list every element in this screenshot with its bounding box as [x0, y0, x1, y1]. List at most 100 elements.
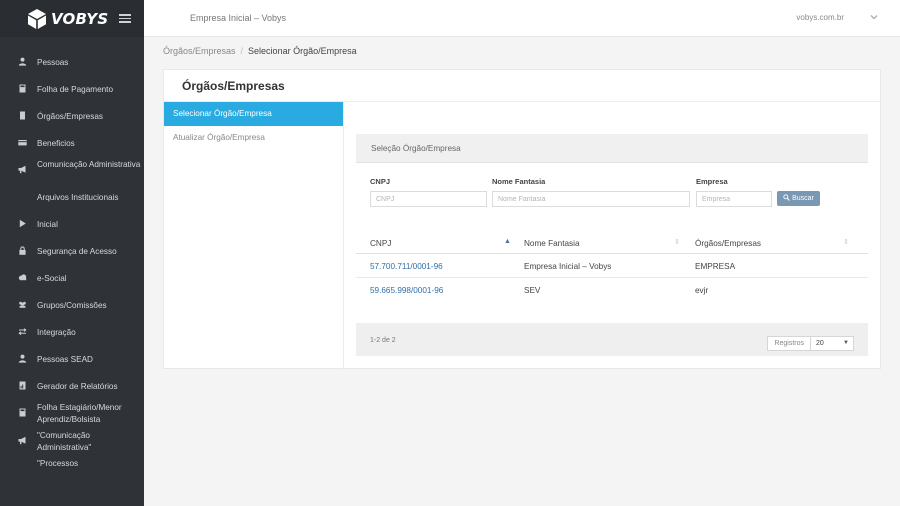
table-header: CNPJ ▲ Nome Fantasia ⇕ Órgãos/Empresas ⇕: [356, 233, 868, 254]
sidebar-item-label: Inicial: [37, 220, 58, 229]
empresa-input[interactable]: [696, 191, 772, 207]
sidebar-item-label: Folha de Pagamento: [37, 85, 114, 94]
sort-icon[interactable]: ⇕: [843, 238, 849, 246]
page-size-select[interactable]: 20 ▼: [811, 337, 853, 350]
sidebar-item-integracao[interactable]: Integração: [0, 317, 144, 344]
nome-fantasia-label: Nome Fantasia: [492, 177, 546, 186]
sidebar-item-label: Arquivos Institucionais: [37, 193, 119, 202]
table-row[interactable]: 59.665.998/0001-96 SEV evjr: [356, 278, 868, 302]
section-title: Seleção Órgão/Empresa: [356, 134, 868, 163]
sidebar-item-label: "Processos: [37, 459, 79, 468]
cube-logo-icon: [28, 8, 46, 29]
sub-navigation: Selecionar Órgão/Empresa Atualizar Órgão…: [164, 102, 343, 150]
sidebar-item-arquivos[interactable]: Arquivos Institucionais: [0, 182, 144, 209]
search-button-label: Buscar: [792, 195, 814, 202]
subnav-atualizar[interactable]: Atualizar Órgão/Empresa: [164, 126, 343, 150]
sidebar-item-esocial[interactable]: e-Social: [0, 263, 144, 290]
current-company: Empresa Inicial – Vobys: [190, 13, 287, 23]
lock-icon: [18, 246, 27, 255]
cell-orgao-empresa: EMPRESA: [695, 262, 736, 271]
calculator-icon: [18, 84, 27, 93]
card-icon: [18, 138, 27, 147]
search-button[interactable]: Buscar: [777, 191, 820, 206]
sidebar-item-orgaos-empresas[interactable]: Órgãos/Empresas: [0, 101, 144, 128]
sidebar-item-grupos[interactable]: Grupos/Comissões: [0, 290, 144, 317]
megaphone-icon: [18, 165, 27, 174]
page-size-value: 20: [816, 340, 824, 347]
sidebar-item-label: Grupos/Comissões: [37, 301, 107, 310]
cell-nome-fantasia: SEV: [524, 286, 541, 295]
person-icon: [18, 354, 27, 363]
menu-toggle-icon[interactable]: [119, 14, 132, 23]
cnpj-input[interactable]: [370, 191, 487, 207]
topbar: Empresa Inicial – Vobys vobys.com.br: [144, 0, 900, 37]
sidebar-item-seguranca[interactable]: Segurança de Acesso: [0, 236, 144, 263]
column-header-cnpj[interactable]: CNPJ: [370, 239, 391, 248]
megaphone-icon: [18, 436, 27, 445]
sidebar-item-folha-pagamento[interactable]: Folha de Pagamento: [0, 74, 144, 101]
registros-label: Registros: [768, 337, 811, 350]
sidebar-item-pessoas[interactable]: Pessoas: [0, 47, 144, 74]
cloud-icon: [18, 273, 27, 282]
sidebar: VOBYS Pessoas Folha de Pagamento Órgãos/…: [0, 0, 144, 506]
sidebar-item-gerador-relatorios[interactable]: Gerador de Relatórios: [0, 371, 144, 398]
sidebar-item-label: e-Social: [37, 274, 67, 283]
selection-section: Seleção Órgão/Empresa CNPJ Nome Fantasia…: [356, 134, 868, 356]
table-row[interactable]: 57.700.711/0001-96 Empresa Inicial – Vob…: [356, 254, 868, 278]
sidebar-item-comunicacao-2[interactable]: "Comunicação Administrativa": [0, 426, 144, 454]
calculator-icon: [18, 408, 27, 417]
sidebar-item-label: Pessoas: [37, 58, 69, 67]
building-icon: [18, 111, 27, 120]
sidebar-item-label: Segurança de Acesso: [37, 247, 117, 256]
main-panel: Órgãos/Empresas Selecionar Órgão/Empresa…: [163, 69, 881, 369]
caret-down-icon: ▼: [843, 340, 849, 346]
column-header-nome-fantasia[interactable]: Nome Fantasia: [524, 239, 580, 248]
sidebar-item-label: Folha Estagiário/Menor Aprendiz/Bolsista: [37, 403, 122, 424]
exchange-icon: [18, 327, 27, 336]
sidebar-item-label: Comunicação Administrativa: [37, 160, 141, 169]
report-icon: [18, 381, 27, 390]
cell-orgao-empresa: evjr: [695, 286, 709, 295]
sidebar-item-label: Beneficios: [37, 139, 75, 148]
column-header-orgaos-empresas[interactable]: Órgãos/Empresas: [695, 239, 761, 248]
filter-form: CNPJ Nome Fantasia Empresa Buscar CNPJ ▲…: [356, 163, 868, 323]
user-menu[interactable]: vobys.com.br: [796, 13, 844, 22]
cell-nome-fantasia: Empresa Inicial – Vobys: [524, 262, 612, 271]
sidebar-nav: Pessoas Folha de Pagamento Órgãos/Empres…: [0, 37, 144, 481]
play-icon: [18, 219, 27, 228]
search-icon: [783, 194, 790, 203]
empresa-label: Empresa: [696, 177, 728, 186]
sidebar-item-beneficios[interactable]: Beneficios: [0, 128, 144, 155]
breadcrumb: Órgãos/Empresas / Selecionar Órgão/Empresa: [163, 46, 357, 56]
sidebar-item-inicial[interactable]: Inicial: [0, 209, 144, 236]
sidebar-item-comunicacao[interactable]: Comunicação Administrativa: [0, 155, 144, 182]
sidebar-item-label: Integração: [37, 328, 76, 337]
cell-cnpj[interactable]: 57.700.711/0001-96: [370, 262, 443, 271]
sidebar-item-folha-estagiario[interactable]: Folha Estagiário/Menor Aprendiz/Bolsista: [0, 398, 144, 426]
sidebar-item-processos[interactable]: "Processos: [0, 454, 144, 481]
sidebar-item-label: "Comunicação Administrativa": [37, 431, 92, 452]
group-icon: [18, 300, 27, 309]
breadcrumb-current: Selecionar Órgão/Empresa: [248, 46, 357, 56]
breadcrumb-separator: /: [240, 46, 244, 56]
divider: [343, 102, 344, 369]
nome-fantasia-input[interactable]: [492, 191, 690, 207]
sidebar-item-label: Órgãos/Empresas: [37, 112, 103, 121]
subnav-selecionar[interactable]: Selecionar Órgão/Empresa: [164, 102, 343, 126]
sidebar-item-pessoas-sead[interactable]: Pessoas SEAD: [0, 344, 144, 371]
table-footer: 1-2 de 2 Registros 20 ▼: [356, 323, 868, 356]
sort-icon[interactable]: ⇕: [674, 238, 680, 246]
brand: VOBYS: [0, 0, 144, 37]
sidebar-item-label: Pessoas SEAD: [37, 355, 93, 364]
chevron-down-icon[interactable]: [870, 13, 878, 22]
page-title: Órgãos/Empresas: [182, 79, 285, 93]
breadcrumb-parent[interactable]: Órgãos/Empresas: [163, 46, 236, 56]
cell-cnpj[interactable]: 59.665.998/0001-96: [370, 286, 443, 295]
brand-name: VOBYS: [51, 9, 109, 28]
sidebar-item-label: Gerador de Relatórios: [37, 382, 118, 391]
sort-asc-icon[interactable]: ▲: [504, 238, 511, 245]
page-size-control: Registros 20 ▼: [767, 336, 854, 351]
person-icon: [18, 57, 27, 66]
cnpj-label: CNPJ: [370, 177, 391, 186]
record-count: 1-2 de 2: [370, 337, 396, 344]
